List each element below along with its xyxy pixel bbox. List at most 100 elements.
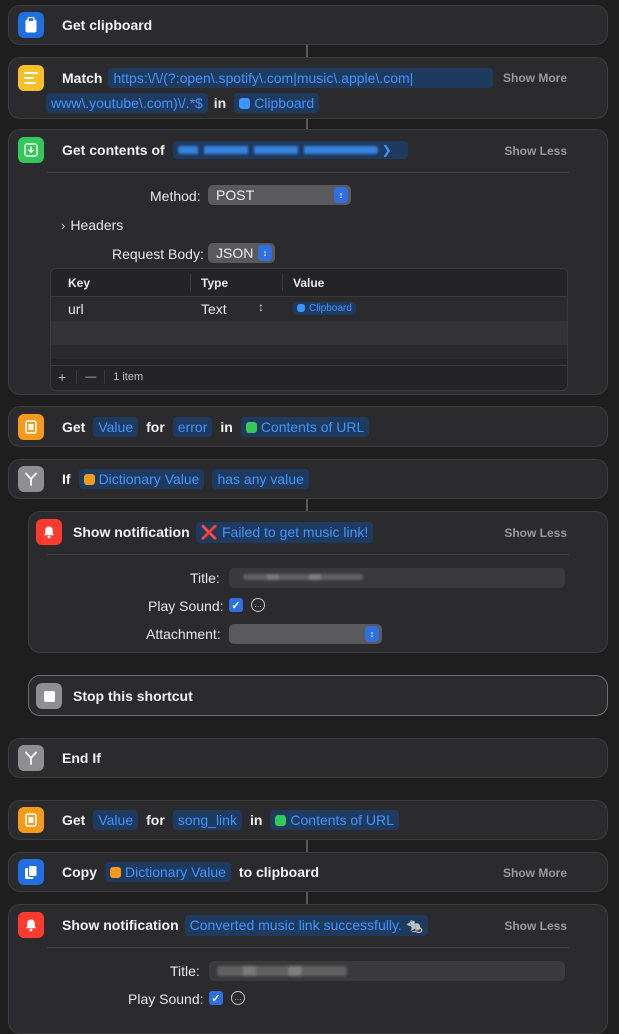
bell-icon	[36, 519, 62, 545]
title-field[interactable]	[229, 568, 565, 588]
show-less-button[interactable]: Show Less	[504, 526, 567, 540]
action-copy-to-clipboard[interactable]: Copy Dictionary Value to clipboard Show …	[8, 852, 608, 892]
attachment-popup[interactable]: ↕	[229, 624, 382, 644]
action-stop-shortcut[interactable]: Stop this shortcut	[28, 675, 608, 716]
notification-message[interactable]: Converted music link successfully. 🐀	[184, 914, 429, 936]
dictionary-value-variable[interactable]: Dictionary Value	[105, 862, 231, 882]
play-sound-label: Play Sound:	[148, 598, 224, 614]
more-options-icon[interactable]: …	[231, 991, 245, 1005]
action-show-notification-fail[interactable]: Show notification ❌ Failed to get music …	[28, 511, 608, 653]
row-value-clipboard[interactable]: Clipboard	[293, 302, 356, 315]
action-get-value-song-link[interactable]: Get Value for song_link in Contents of U…	[8, 800, 608, 840]
column-header-value: Value	[293, 276, 325, 290]
table-row-empty	[51, 345, 567, 359]
contents-of-url-variable[interactable]: Contents of URL	[270, 810, 399, 830]
action-title: Show notification	[73, 524, 190, 540]
show-less-button[interactable]: Show Less	[504, 144, 567, 158]
request-body-table: Key Type Value url Text ↕ Clipboard + — …	[50, 268, 568, 391]
copy-icon	[18, 859, 44, 885]
dictionary-value-variable[interactable]: Dictionary Value	[78, 469, 205, 489]
notification-message[interactable]: ❌ Failed to get music link!	[195, 521, 374, 543]
value-type-token[interactable]: Value	[93, 810, 139, 830]
action-title: Get contents of	[62, 142, 165, 158]
stop-icon	[36, 683, 62, 709]
for-label: for	[146, 419, 165, 435]
method-value: POST	[216, 187, 255, 203]
title-label: Title:	[170, 963, 200, 979]
title-field[interactable]	[209, 961, 565, 981]
connector	[306, 892, 308, 904]
key-token[interactable]: error	[172, 417, 213, 437]
show-more-button[interactable]: Show More	[503, 71, 567, 85]
url-variable[interactable]: ❯	[172, 141, 408, 159]
contents-of-url-variable[interactable]: Contents of URL	[240, 417, 370, 437]
table-footer-divider	[51, 365, 567, 366]
request-body-popup[interactable]: JSON ↕	[208, 243, 275, 263]
action-match[interactable]: Match https:\/\/(?:open\.spotify\.com|mu…	[8, 57, 608, 119]
regex-pattern-line1[interactable]: https:\/\/(?:open\.spotify\.com|music\.a…	[108, 68, 494, 88]
headers-disclosure[interactable]: › Headers	[61, 217, 123, 233]
dictionary-icon	[110, 867, 121, 878]
chevron-right-icon: ❯	[381, 143, 392, 157]
variable-label: Contents of URL	[290, 812, 394, 828]
chevron-updown-icon: ↕	[258, 245, 272, 261]
action-if[interactable]: If Dictionary Value has any value	[8, 459, 608, 499]
row-key[interactable]: url	[68, 301, 84, 317]
connector	[306, 840, 308, 852]
add-row-button[interactable]: +	[58, 369, 66, 385]
column-header-type: Type	[201, 276, 229, 290]
condition-token[interactable]: has any value	[212, 469, 309, 489]
headers-label: Headers	[70, 217, 124, 233]
variable-label: Dictionary Value	[125, 864, 226, 880]
variable-label: Clipboard	[254, 95, 315, 111]
show-less-button[interactable]: Show Less	[504, 919, 567, 933]
table-row[interactable]: url Text ↕ Clipboard	[51, 297, 567, 321]
key-token[interactable]: song_link	[172, 810, 242, 830]
footer-divider	[76, 370, 78, 384]
in-label: in	[220, 419, 233, 435]
column-header-key: Key	[68, 276, 91, 290]
remove-row-button[interactable]: —	[85, 371, 96, 383]
show-more-button[interactable]: Show More	[503, 866, 567, 880]
action-title: Show notification	[62, 917, 179, 933]
chevron-updown-icon: ↕	[365, 626, 379, 642]
action-show-notification-success[interactable]: Show notification Converted music link s…	[8, 904, 608, 1034]
variable-label: Clipboard	[309, 303, 352, 314]
action-title: Match	[62, 70, 103, 86]
action-end-if[interactable]: End If	[8, 738, 608, 778]
action-title: If	[62, 471, 71, 487]
more-options-icon[interactable]: …	[251, 598, 265, 612]
divider	[47, 554, 569, 555]
clipboard-icon	[239, 98, 251, 109]
row-type[interactable]: Text	[201, 301, 227, 317]
dictionary-icon	[83, 474, 95, 485]
branch-icon	[18, 466, 44, 492]
in-label: in	[213, 95, 227, 111]
method-popup[interactable]: POST ↕	[208, 185, 351, 205]
footer-divider	[104, 370, 106, 384]
value-type-token[interactable]: Value	[93, 417, 139, 437]
obscured-title	[243, 574, 363, 580]
action-title: Get clipboard	[62, 17, 153, 33]
column-divider	[190, 274, 191, 291]
clipboard-variable[interactable]: Clipboard	[234, 93, 320, 113]
clipboard-icon	[18, 12, 44, 38]
dictionary-icon	[18, 414, 44, 440]
divider	[47, 172, 569, 173]
clipboard-icon	[297, 304, 305, 312]
action-get-value-error[interactable]: Get Value for error in Contents of URL	[8, 406, 608, 447]
download-icon	[275, 815, 287, 826]
action-get-contents-of-url[interactable]: Get contents of ❯ Show Less Method: POST…	[8, 129, 608, 395]
connector	[306, 119, 308, 129]
action-get-clipboard[interactable]: Get clipboard	[8, 5, 608, 45]
play-sound-checkbox[interactable]: ✓	[229, 598, 243, 612]
play-sound-checkbox[interactable]: ✓	[209, 991, 223, 1005]
request-body-value: JSON	[216, 245, 254, 261]
for-label: for	[146, 812, 165, 828]
obscured-title	[217, 966, 347, 976]
download-icon	[245, 422, 257, 433]
chevron-updown-icon[interactable]: ↕	[258, 300, 264, 314]
regex-pattern-line2[interactable]: www\.youtube\.com)\/.*$	[46, 93, 208, 113]
item-count: 1 item	[113, 371, 144, 383]
action-title: Copy	[62, 864, 97, 880]
